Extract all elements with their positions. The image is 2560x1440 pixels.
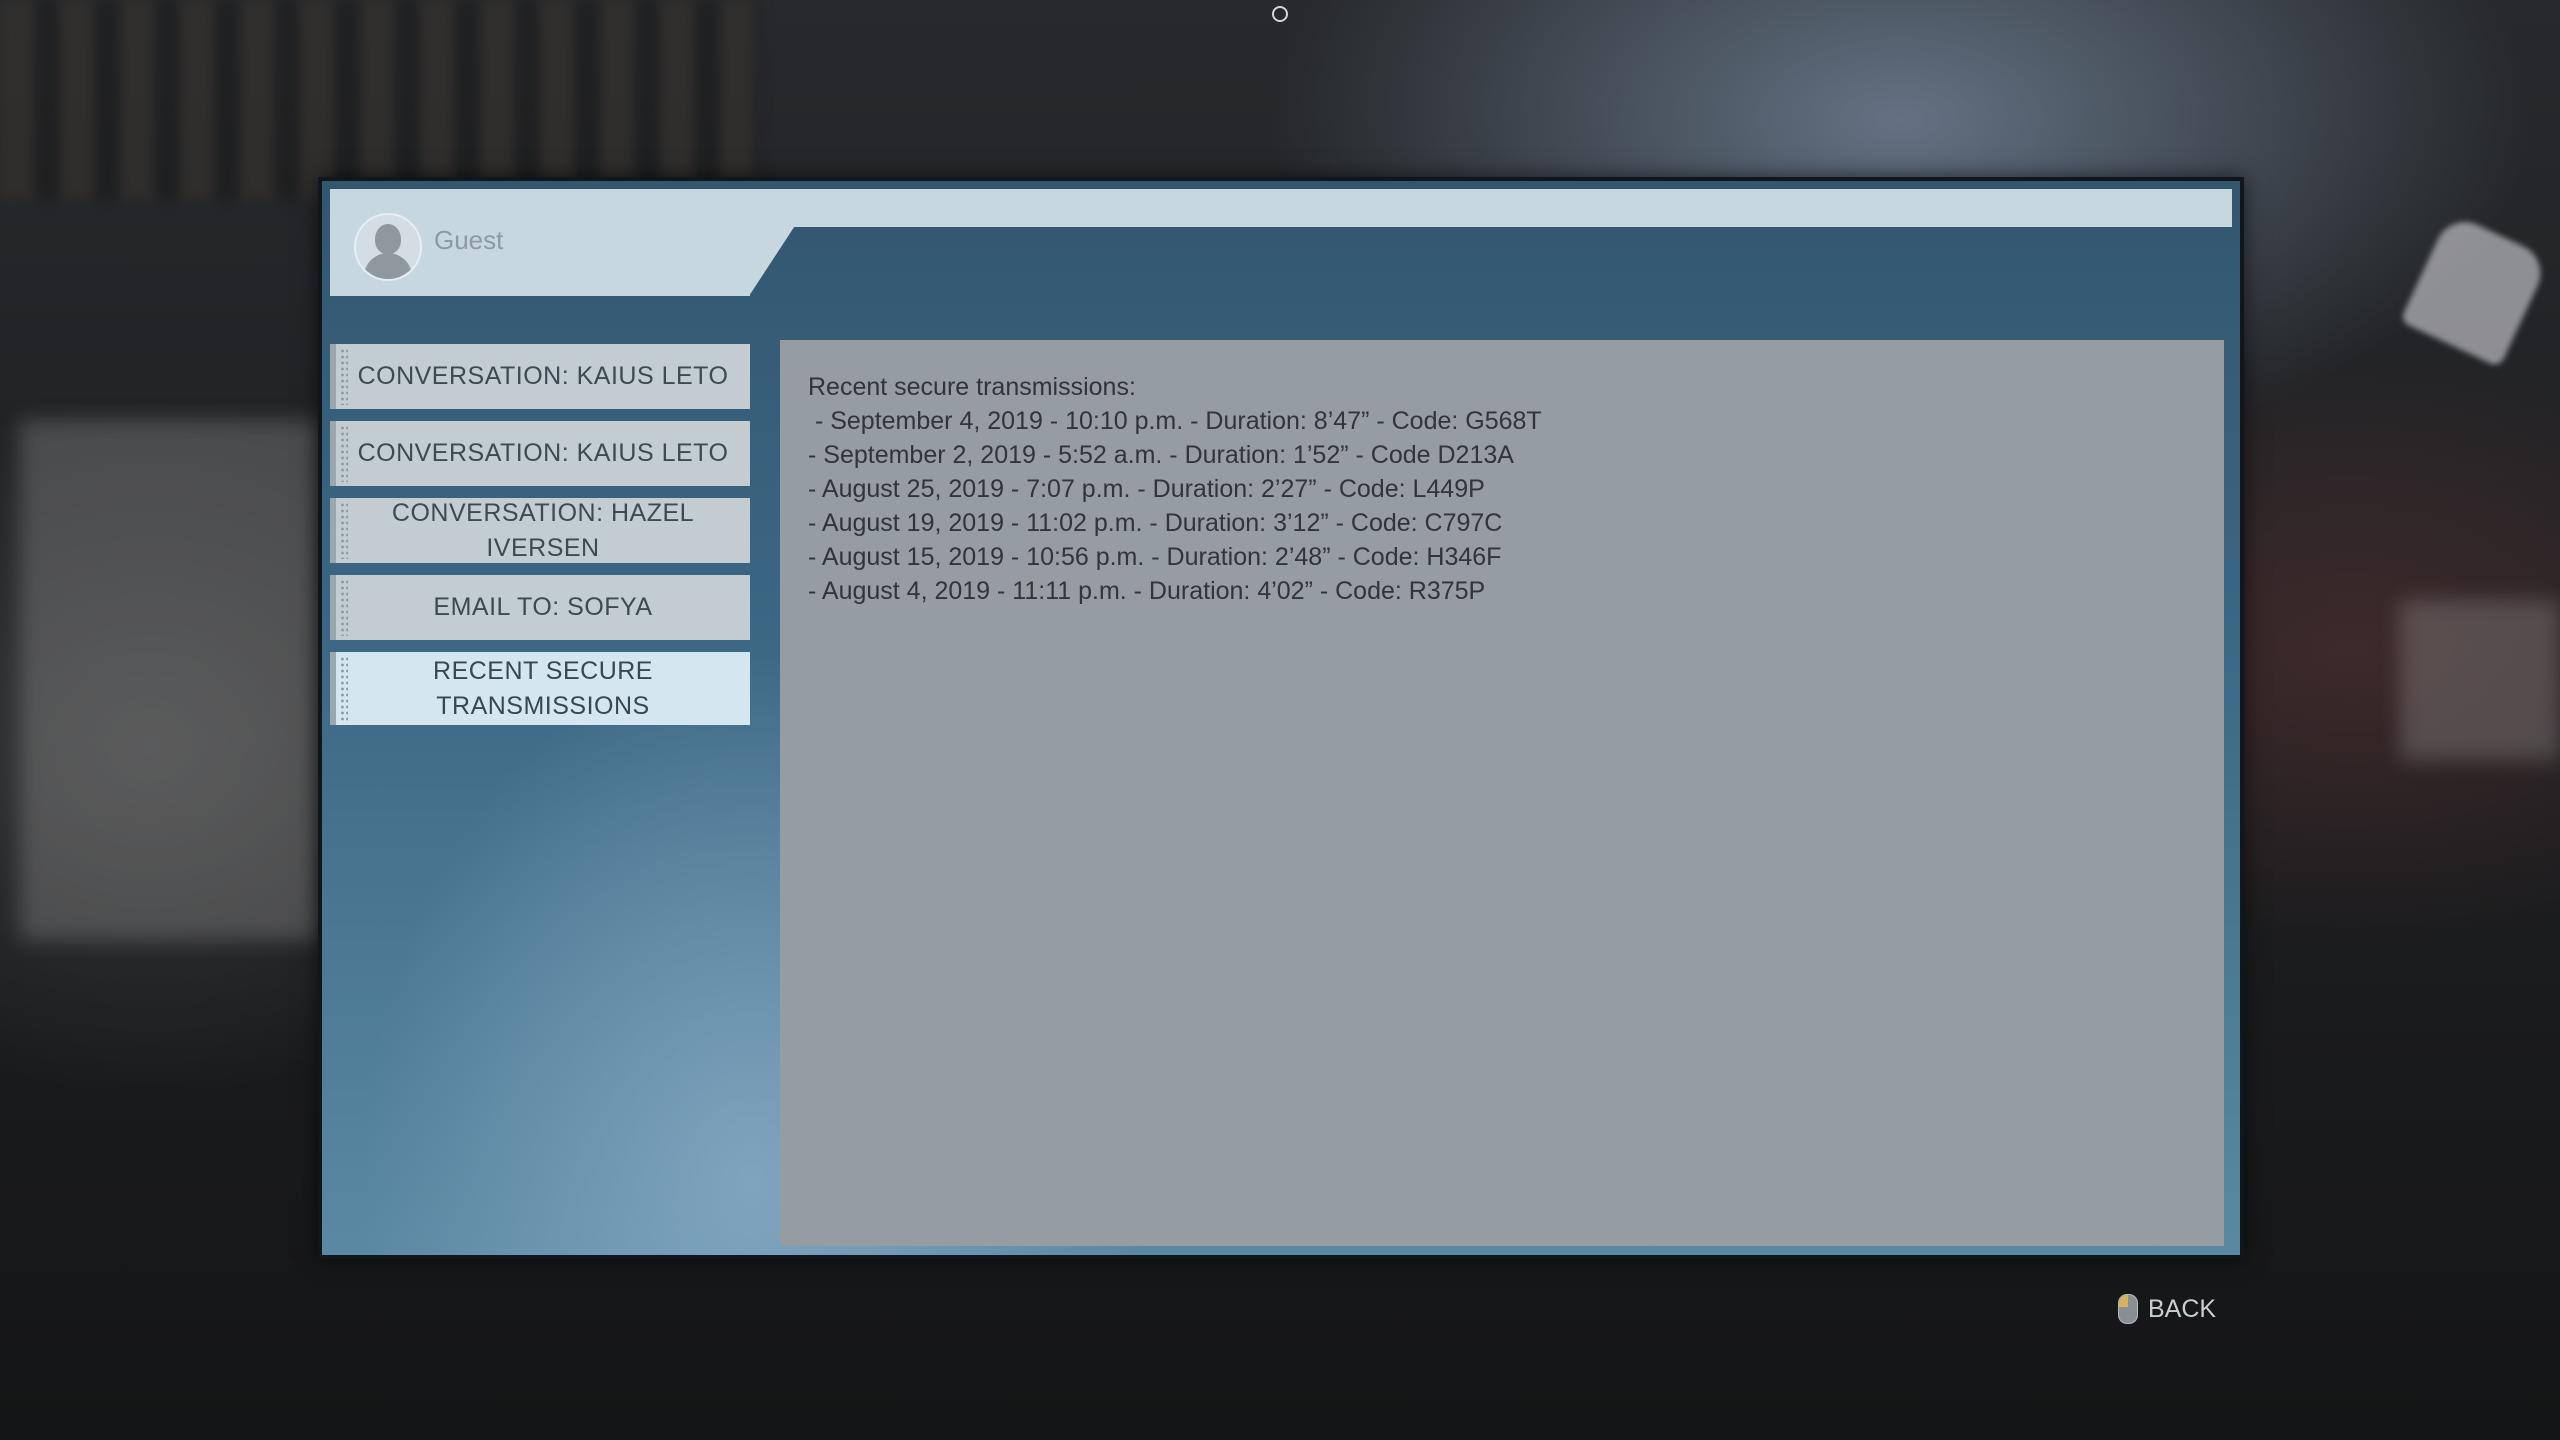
transmission-line: - September 2, 2019 - 5:52 a.m. - Durati… bbox=[808, 441, 1514, 469]
sidebar: CONVERSATION: KAIUS LETO CONVERSATION: K… bbox=[330, 344, 750, 737]
transmission-line: - September 4, 2019 - 10:10 p.m. - Durat… bbox=[808, 407, 1542, 435]
transmission-line: - August 25, 2019 - 7:07 p.m. - Duration… bbox=[808, 475, 1485, 503]
sidebar-item-label: RECENT SECURE TRANSMISSIONS bbox=[433, 656, 653, 720]
grip-icon bbox=[340, 656, 348, 721]
avatar-icon bbox=[354, 213, 422, 281]
cursor-dot bbox=[1272, 6, 1288, 22]
username: Guest bbox=[434, 225, 504, 255]
sidebar-item-recent-secure-transmissions[interactable]: RECENT SECURE TRANSMISSIONS bbox=[330, 652, 750, 725]
sidebar-item-label: CONVERSATION: HAZEL IVERSEN bbox=[391, 498, 695, 562]
sidebar-item-conversation-hazel-iversen[interactable]: CONVERSATION: HAZEL IVERSEN bbox=[330, 498, 750, 563]
background-lamp bbox=[2399, 212, 2551, 368]
header-slant bbox=[749, 189, 819, 296]
transmission-line: - August 4, 2019 - 11:11 p.m. - Duration… bbox=[808, 577, 1486, 605]
transmission-line: - August 19, 2019 - 11:02 p.m. - Duratio… bbox=[808, 509, 1503, 537]
document-content: Recent secure transmissions: - September… bbox=[780, 340, 2224, 1246]
back-label: BACK bbox=[2148, 1294, 2217, 1323]
grip-icon bbox=[340, 502, 348, 559]
transmission-line: - August 15, 2019 - 10:56 p.m. - Duratio… bbox=[808, 543, 1502, 571]
user-header: Guest bbox=[330, 189, 750, 296]
sidebar-item-label: CONVERSATION: KAIUS LETO bbox=[357, 439, 729, 467]
mouse-icon bbox=[2118, 1294, 2138, 1324]
background-bookshelf bbox=[0, 0, 760, 200]
terminal-panel: Guest CONVERSATION: KAIUS LETO CONVERSAT… bbox=[322, 181, 2240, 1255]
terminal-window: Guest CONVERSATION: KAIUS LETO CONVERSAT… bbox=[318, 177, 2244, 1259]
grip-icon bbox=[340, 579, 348, 636]
background-box bbox=[20, 420, 320, 940]
sidebar-item-conversation-kaius-leto-1[interactable]: CONVERSATION: KAIUS LETO bbox=[330, 344, 750, 409]
sidebar-item-label: EMAIL TO: SOFYA bbox=[433, 593, 653, 621]
background-box bbox=[2400, 600, 2560, 760]
document-heading: Recent secure transmissions: bbox=[808, 373, 1136, 401]
grip-icon bbox=[340, 348, 348, 405]
grip-icon bbox=[340, 425, 348, 482]
back-button[interactable]: BACK bbox=[2118, 1294, 2216, 1324]
sidebar-item-label: CONVERSATION: KAIUS LETO bbox=[357, 362, 729, 390]
sidebar-item-email-to-sofya[interactable]: EMAIL TO: SOFYA bbox=[330, 575, 750, 640]
sidebar-item-conversation-kaius-leto-2[interactable]: CONVERSATION: KAIUS LETO bbox=[330, 421, 750, 486]
